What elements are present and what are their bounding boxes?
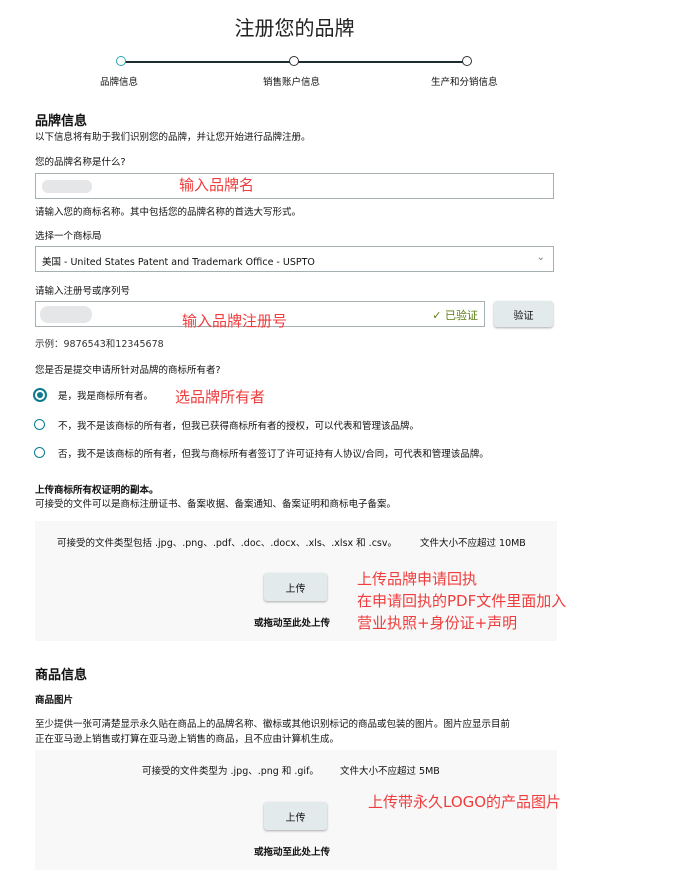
step-label: 品牌信息	[100, 77, 139, 88]
step-label: 生产和分销信息	[431, 77, 498, 88]
radio-label: 是，我是商标所有者。	[58, 391, 154, 402]
file-types: 可接受的文件类型包括 .jpg、.png、.pdf、.doc、.docx、.xl…	[57, 538, 397, 549]
field-label: 请输入注册号或序列号	[35, 286, 131, 297]
redacted-value	[40, 306, 92, 323]
step-dot-1	[116, 56, 126, 66]
sub-heading: 商品图片	[35, 695, 74, 706]
chevron-down-icon: ⌄	[536, 252, 545, 263]
radio-label: 否，我不是该商标的所有者，但我与商标所有者签订了许可证持有人协议/合同，可代表和…	[58, 449, 489, 460]
radio-label: 不，我不是该商标的所有者，但我已获得商标所有者的授权，可以代表和管理该品牌。	[58, 421, 420, 432]
section-heading: 商品信息	[35, 668, 88, 683]
annotation: 输入品牌名	[179, 176, 255, 194]
brand-name-input[interactable]	[35, 173, 554, 199]
select-value: 美国 - United States Patent and Trademark …	[42, 257, 315, 268]
verify-button[interactable]: 验证	[494, 301, 553, 327]
upload-heading: 上传商标所有权证明的副本。	[35, 485, 159, 496]
annotation: 上传带永久LOGO的产品图片	[368, 793, 562, 811]
file-size: 文件大小不应超过 10MB	[420, 538, 526, 549]
trademark-office-select[interactable]: 美国 - United States Patent and Trademark …	[35, 246, 554, 272]
owner-question: 您是否是提交申请所针对品牌的商标所有者?	[35, 365, 221, 376]
radio-authorized[interactable]	[34, 419, 45, 430]
page-title: 注册您的品牌	[234, 16, 355, 40]
field-label: 选择一个商标局	[35, 231, 102, 242]
example-text: 示例：9876543和12345678	[35, 339, 164, 350]
field-hint: 请输入您的商标名称。其中包括您的品牌名称的首选大写形式。	[35, 207, 302, 218]
annotation: 上传品牌申请回执	[357, 570, 478, 588]
radio-owner-yes[interactable]	[33, 388, 47, 402]
section-heading: 品牌信息	[35, 114, 88, 129]
drag-text: 或拖动至此处上传	[254, 618, 331, 629]
upload-button[interactable]: 上传	[264, 802, 327, 830]
file-size: 文件大小不应超过 5MB	[340, 766, 440, 777]
product-desc: 至少提供一张可清楚显示永久贴在商品上的品牌名称、徽标或其他识别标记的商品或包装的…	[35, 719, 511, 730]
step-label: 销售账户信息	[263, 77, 321, 88]
upload-desc: 可接受的文件可以是商标注册证书、备案收据、备案通知、备案证明和商标电子备案。	[35, 499, 397, 510]
section-desc: 以下信息将有助于我们识别您的品牌，并让您开始进行品牌注册。	[35, 132, 311, 143]
upload-button[interactable]: 上传	[264, 573, 327, 601]
drag-text: 或拖动至此处上传	[254, 847, 331, 858]
file-types: 可接受的文件类型为 .jpg、.png 和 .gif。	[142, 766, 319, 777]
product-desc: 正在亚马逊上销售或打算在亚马逊上销售的商品，且不应由计算机生成。	[35, 734, 340, 745]
field-label: 您的品牌名称是什么?	[35, 157, 126, 168]
annotation: 输入品牌注册号	[182, 312, 288, 330]
annotation: 在申请回执的PDF文件里面加入	[357, 592, 567, 610]
redacted-value	[42, 180, 92, 193]
step-dot-2	[289, 56, 299, 66]
annotation: 选品牌所有者	[175, 388, 266, 406]
radio-licensee[interactable]	[34, 447, 45, 458]
check-icon: ✓	[432, 309, 445, 322]
annotation: 营业执照+身份证+声明	[357, 614, 518, 632]
verified-status: 已验证	[445, 309, 478, 322]
step-dot-3	[462, 56, 472, 66]
